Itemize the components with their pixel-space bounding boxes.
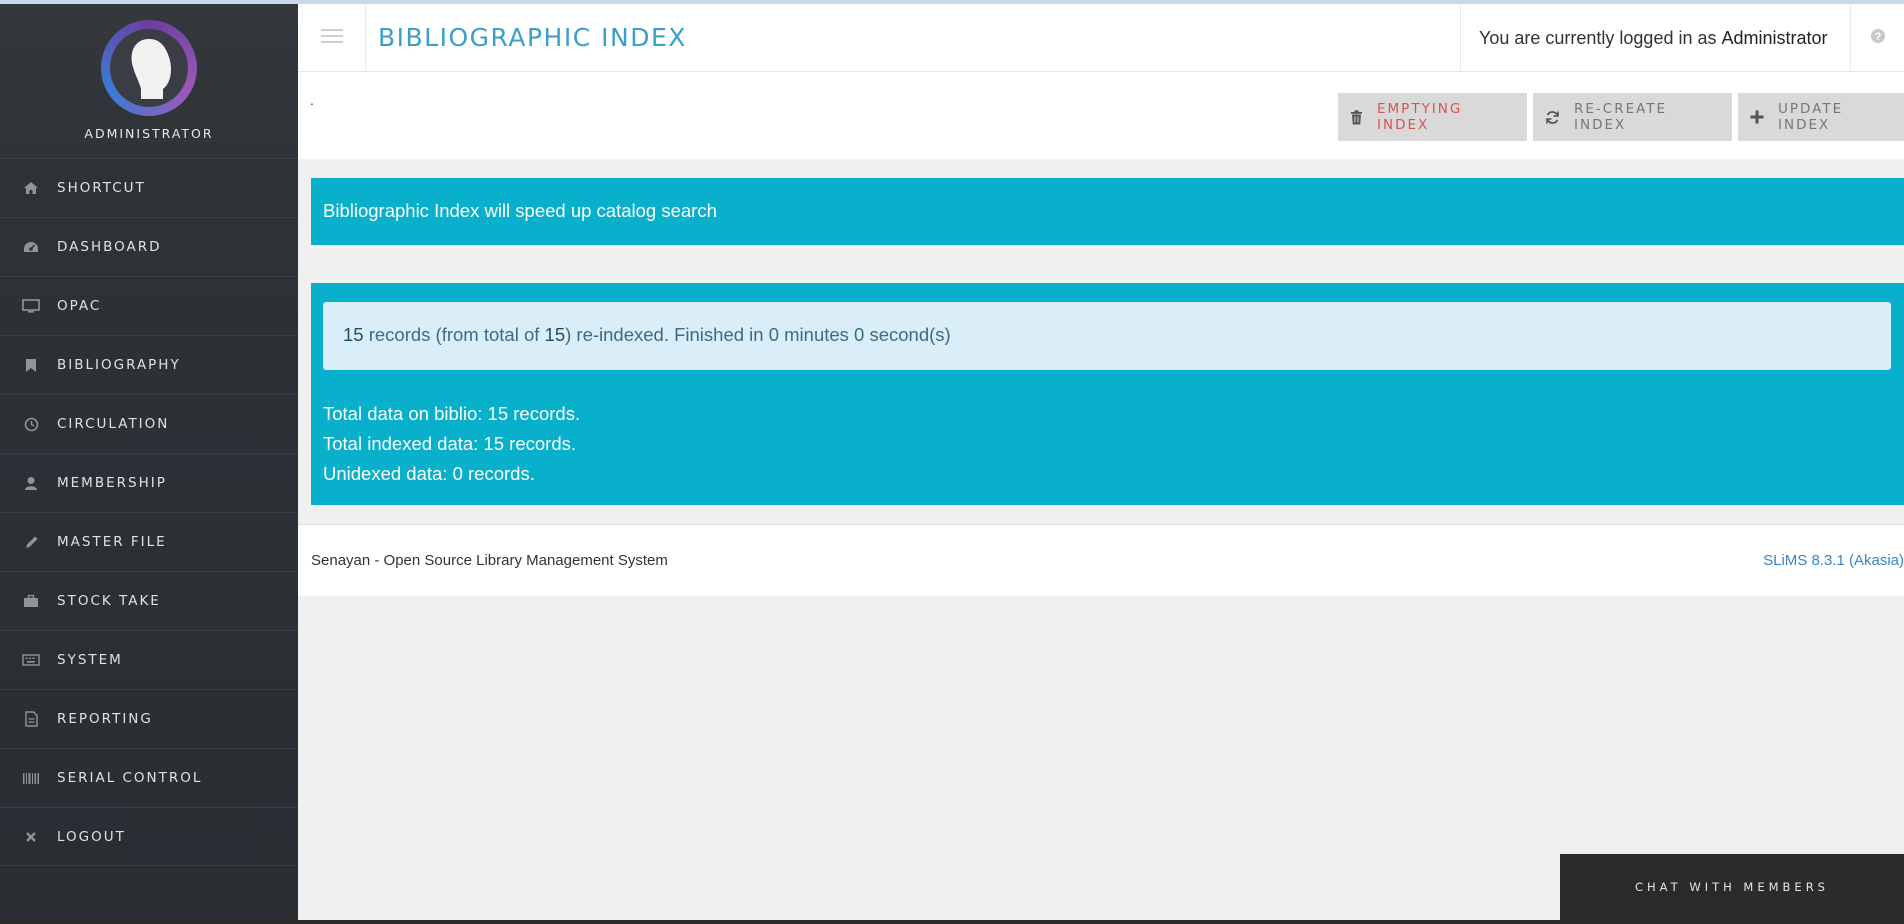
total-count: 15 [544, 324, 566, 345]
sidebar-item-reporting[interactable]: REPORTING [0, 689, 298, 748]
sidebar-item-label: MEMBERSHIP [57, 475, 167, 491]
avatar-silhouette-icon [110, 29, 188, 107]
hamburger-icon [320, 28, 343, 49]
sidebar-item-dashboard[interactable]: DASHBOARD [0, 217, 298, 276]
info-message: Bibliographic Index will speed up catalo… [323, 200, 717, 221]
sidebar-item-label: SYSTEM [57, 652, 123, 668]
clock-icon [22, 415, 40, 433]
svg-text:?: ? [1874, 31, 1881, 43]
sidebar-menu: SHORTCUT DASHBOARD OPAC BIBLIOGRAPHY CIR… [0, 158, 298, 866]
sidebar-item-shortcut[interactable]: SHORTCUT [0, 158, 298, 217]
action-bar: . EMPTYING INDEX RE-CREATE INDEX UPDATE … [298, 72, 1904, 159]
re-create-index-label: RE-CREATE INDEX [1574, 101, 1668, 133]
stat-unindexed: Unidexed data: 0 records. [323, 463, 535, 484]
emptying-index-label: EMPTYING INDEX [1377, 101, 1463, 133]
sidebar-item-label: BIBLIOGRAPHY [57, 357, 181, 373]
sidebar-item-label: STOCK TAKE [57, 593, 161, 609]
sidebar-item-membership[interactable]: MEMBERSHIP [0, 453, 298, 512]
result-panel: 15 records (from total of 15) re-indexed… [311, 283, 1904, 505]
result-alert: 15 records (from total of 15) re-indexed… [323, 302, 1891, 370]
sidebar-item-bibliography[interactable]: BIBLIOGRAPHY [0, 335, 298, 394]
result-text-a: records (from total of [368, 324, 540, 345]
trash-icon [1350, 109, 1363, 125]
file-icon [22, 710, 40, 728]
emptying-index-button[interactable]: EMPTYING INDEX [1338, 93, 1527, 141]
page-title: BIBLIOGRAPHIC INDEX [378, 23, 687, 52]
briefcase-icon [22, 592, 40, 610]
close-icon [22, 828, 40, 846]
sidebar-item-label: CIRCULATION [57, 416, 170, 432]
sidebar-item-label: REPORTING [57, 711, 153, 727]
top-header: BIBLIOGRAPHIC INDEX You are currently lo… [298, 4, 1904, 72]
bottom-border [0, 920, 1904, 924]
reindexed-count: 15 [343, 324, 364, 345]
login-username: Administrator [1721, 27, 1828, 48]
stat-total-indexed: Total indexed data: 15 records. [323, 433, 576, 454]
avatar[interactable] [101, 20, 197, 116]
login-status: You are currently logged in as Administr… [1460, 4, 1850, 72]
status-dot: . [310, 92, 314, 108]
sidebar-item-system[interactable]: SYSTEM [0, 630, 298, 689]
plus-icon [1750, 110, 1764, 124]
dashboard-icon [22, 238, 40, 256]
sidebar-item-circulation[interactable]: CIRCULATION [0, 394, 298, 453]
info-banner: Bibliographic Index will speed up catalo… [311, 178, 1904, 245]
barcode-icon [22, 769, 40, 787]
login-prefix: You are currently logged in as [1479, 27, 1717, 48]
sidebar-item-logout[interactable]: LOGOUT [0, 807, 298, 866]
user-icon [22, 474, 40, 492]
pencil-icon [22, 533, 40, 551]
keyboard-icon [22, 651, 40, 669]
footer-text: Senayan - Open Source Library Management… [311, 552, 668, 569]
sidebar: ADMINISTRATOR SHORTCUT DASHBOARD OPAC BI… [0, 4, 298, 920]
update-index-button[interactable]: UPDATE INDEX [1738, 93, 1904, 141]
chat-label: CHAT WITH MEMBERS [1635, 880, 1829, 894]
sidebar-item-label: OPAC [57, 298, 102, 314]
sidebar-item-label: DASHBOARD [57, 239, 162, 255]
result-text-b: ) re-indexed. Finished in 0 minutes 0 se… [565, 324, 951, 345]
bookmark-icon [22, 356, 40, 374]
sidebar-item-label: LOGOUT [57, 828, 126, 845]
sidebar-item-label: SERIAL CONTROL [57, 770, 203, 786]
sidebar-item-label: SHORTCUT [57, 180, 146, 196]
menu-toggle-button[interactable] [298, 4, 366, 72]
sidebar-item-label: MASTER FILE [57, 534, 167, 550]
refresh-icon [1545, 110, 1560, 125]
sidebar-item-stock-take[interactable]: STOCK TAKE [0, 571, 298, 630]
sidebar-item-opac[interactable]: OPAC [0, 276, 298, 335]
profile-name: ADMINISTRATOR [84, 126, 214, 141]
sidebar-item-serial-control[interactable]: SERIAL CONTROL [0, 748, 298, 807]
help-icon: ? [1870, 28, 1886, 49]
footer: Senayan - Open Source Library Management… [298, 524, 1904, 596]
help-button[interactable]: ? [1850, 4, 1904, 72]
sidebar-item-master-file[interactable]: MASTER FILE [0, 512, 298, 571]
re-create-index-button[interactable]: RE-CREATE INDEX [1533, 93, 1732, 141]
profile-panel: ADMINISTRATOR [0, 4, 298, 158]
monitor-icon [22, 297, 40, 315]
chat-with-members-button[interactable]: CHAT WITH MEMBERS [1560, 854, 1904, 920]
home-icon [22, 179, 40, 197]
stat-total-biblio: Total data on biblio: 15 records. [323, 403, 581, 424]
index-stats: Total data on biblio: 15 records. Total … [323, 399, 580, 489]
update-index-label: UPDATE INDEX [1778, 101, 1844, 133]
version-link[interactable]: SLiMS 8.3.1 (Akasia) [1763, 552, 1904, 569]
